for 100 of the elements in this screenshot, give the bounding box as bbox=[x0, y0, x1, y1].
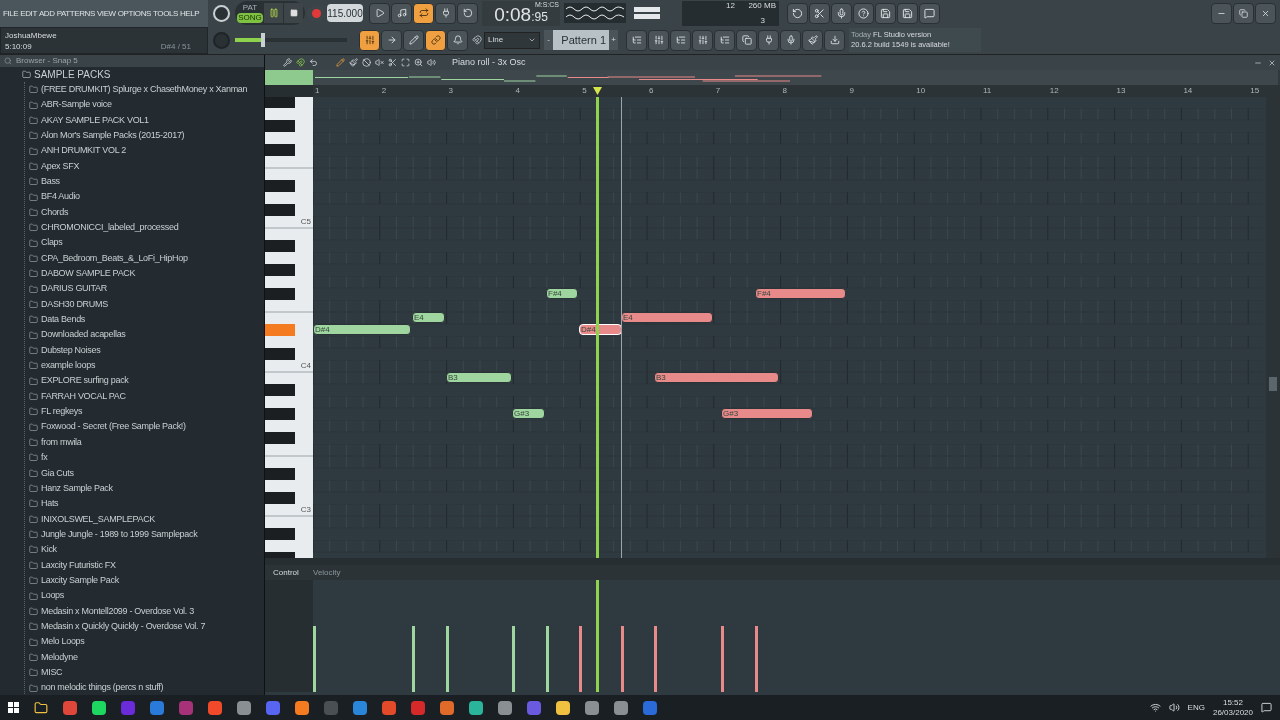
menu-item[interactable]: VIEW bbox=[96, 7, 116, 20]
link-button[interactable] bbox=[425, 29, 446, 51]
clock-time[interactable]: 15:52 bbox=[1222, 697, 1243, 708]
browser-item[interactable]: MISC bbox=[41, 666, 63, 680]
app-icon[interactable] bbox=[440, 700, 454, 715]
app-icon[interactable] bbox=[382, 700, 396, 715]
blend-button[interactable] bbox=[457, 2, 478, 24]
zoom-icon[interactable] bbox=[414, 58, 423, 67]
browser-item[interactable]: Kick bbox=[41, 543, 57, 557]
browser-item[interactable]: non melodic things (percs n stuff) bbox=[41, 681, 164, 695]
scissors-icon[interactable] bbox=[388, 58, 397, 67]
settings-icon[interactable] bbox=[283, 58, 292, 67]
language-indicator[interactable]: ENG bbox=[1187, 701, 1205, 714]
browser-item[interactable]: Gia Cuts bbox=[41, 466, 74, 480]
brush-icon[interactable] bbox=[349, 58, 358, 67]
note-block[interactable]: F#4 bbox=[546, 288, 578, 299]
browser-item[interactable]: ABR-Sample voice bbox=[41, 98, 112, 112]
browser-item[interactable]: EXPLORE surfing pack bbox=[41, 374, 129, 388]
browser-item[interactable]: CHROMONICCI_labeled_processed bbox=[41, 221, 179, 235]
menu-item[interactable]: OPTIONS bbox=[117, 7, 151, 20]
app-icon[interactable] bbox=[92, 700, 106, 715]
browser-item[interactable]: BF4 Audio bbox=[41, 190, 80, 204]
browser-item[interactable]: FARRAH VOCAL PAC bbox=[41, 389, 126, 404]
browser-item[interactable]: Alon Mor's Sample Packs (2015-2017) bbox=[41, 128, 185, 143]
browser-item[interactable]: (FREE DRUMKIT) Splurge x ChasethMoney x Xanman bbox=[41, 82, 248, 97]
select-icon[interactable] bbox=[401, 58, 410, 67]
browser-item[interactable]: example loops bbox=[41, 359, 96, 373]
app-icon[interactable] bbox=[208, 700, 222, 715]
menu-item[interactable]: HELP bbox=[180, 7, 200, 20]
browser-item[interactable]: DARIUS GUITAR bbox=[41, 282, 107, 296]
menu-item[interactable]: EDIT bbox=[20, 7, 37, 20]
browser-item[interactable]: Claps bbox=[41, 236, 63, 250]
browser-item[interactable]: from mwila bbox=[41, 435, 82, 450]
browser-item[interactable]: Apex SFX bbox=[41, 159, 80, 174]
help-button[interactable] bbox=[853, 2, 874, 24]
snap-dropdown[interactable]: Line bbox=[484, 31, 540, 49]
browser-button[interactable] bbox=[714, 29, 735, 51]
close-icon[interactable] bbox=[1268, 58, 1276, 67]
step-edit-button[interactable] bbox=[435, 2, 456, 24]
browser-item[interactable]: Data Bends bbox=[41, 313, 86, 327]
app-icon[interactable] bbox=[63, 700, 77, 715]
save-new-version-button[interactable] bbox=[897, 2, 918, 24]
piano-roll-button[interactable] bbox=[648, 29, 669, 51]
browser-root[interactable]: SAMPLE PACKS bbox=[34, 67, 111, 82]
note-block[interactable]: B3 bbox=[654, 372, 779, 383]
note-block[interactable]: E4 bbox=[412, 312, 445, 323]
browser-item[interactable]: FL regkeys bbox=[41, 405, 83, 419]
app-icon[interactable] bbox=[295, 700, 309, 715]
browser-item[interactable]: Chords bbox=[41, 205, 69, 220]
volume-icon[interactable] bbox=[1168, 702, 1180, 713]
browser-item[interactable]: DABOW SAMPLE PACK bbox=[41, 267, 136, 281]
channel-rack-button[interactable] bbox=[670, 29, 691, 51]
pattern-prev-button[interactable]: - bbox=[544, 30, 553, 51]
control-label[interactable]: Control bbox=[265, 566, 313, 579]
undo-icon[interactable] bbox=[309, 58, 318, 67]
browser-item[interactable]: Medasin x Quickly Quickly - Overdose Vol. 7 bbox=[41, 619, 206, 634]
note-block[interactable]: B3 bbox=[446, 372, 512, 383]
windows-logo-icon[interactable] bbox=[8, 702, 19, 713]
browser-item[interactable]: INIXOLSWEL_SAMPLEPACK bbox=[41, 512, 156, 527]
playlist-view-button[interactable] bbox=[626, 29, 647, 51]
piano-roll-title[interactable]: Piano roll - 3x Osc bbox=[452, 55, 526, 70]
playhead-marker-icon[interactable] bbox=[593, 87, 602, 95]
browser-item[interactable]: Laxcity Sample Pack bbox=[41, 573, 119, 588]
horizontal-scrollbar[interactable] bbox=[265, 558, 1280, 565]
menu-item[interactable]: FILE bbox=[3, 7, 19, 20]
note-block[interactable]: E4 bbox=[621, 312, 713, 323]
undo-history-button[interactable] bbox=[787, 2, 808, 24]
browser-item[interactable]: Dubstep Noises bbox=[41, 343, 101, 358]
browser-item[interactable]: DASH30 DRUMS bbox=[41, 297, 108, 312]
automation-button[interactable] bbox=[403, 29, 424, 51]
scrollbar[interactable] bbox=[1266, 97, 1280, 558]
save-button[interactable] bbox=[875, 2, 896, 24]
stop-button[interactable] bbox=[284, 3, 303, 24]
app-icon[interactable] bbox=[614, 700, 628, 715]
delete-icon[interactable] bbox=[362, 58, 371, 67]
browser-item[interactable]: fx bbox=[41, 451, 48, 465]
playlist-button[interactable] bbox=[359, 29, 380, 51]
clock-date[interactable]: 26/03/2020 bbox=[1212, 707, 1253, 718]
restore-button[interactable] bbox=[1233, 2, 1254, 24]
browser-item[interactable]: Melo Loops bbox=[41, 635, 85, 649]
browser-item[interactable]: Bass bbox=[41, 175, 60, 189]
browser-item[interactable]: Laxcity Futuristic FX bbox=[41, 558, 116, 573]
touch-button[interactable] bbox=[780, 29, 801, 51]
main-volume-slider[interactable] bbox=[235, 33, 347, 48]
browser-item[interactable]: Foxwood - Secret (Free Sample Pack!) bbox=[41, 420, 186, 434]
menu-item[interactable]: PATTERNS bbox=[56, 7, 95, 20]
pencil-icon[interactable] bbox=[336, 58, 345, 67]
mode-toggle[interactable]: SONG bbox=[237, 13, 263, 24]
project-button[interactable] bbox=[736, 29, 757, 51]
magnet-icon[interactable] bbox=[296, 58, 305, 67]
speaker-icon[interactable] bbox=[427, 58, 436, 67]
menu-item[interactable]: TOOLS bbox=[153, 7, 178, 20]
network-icon[interactable] bbox=[1149, 702, 1161, 713]
cut-button[interactable] bbox=[809, 2, 830, 24]
browser-item[interactable]: CPA_Bedroom_Beats_&_LoFi_HipHop bbox=[41, 251, 188, 266]
browser-item[interactable]: Melodyne bbox=[41, 650, 78, 665]
overview-drawing[interactable] bbox=[313, 70, 1278, 85]
wait-button[interactable] bbox=[391, 2, 412, 24]
app-icon[interactable] bbox=[353, 700, 367, 715]
pause-button[interactable] bbox=[264, 3, 283, 24]
